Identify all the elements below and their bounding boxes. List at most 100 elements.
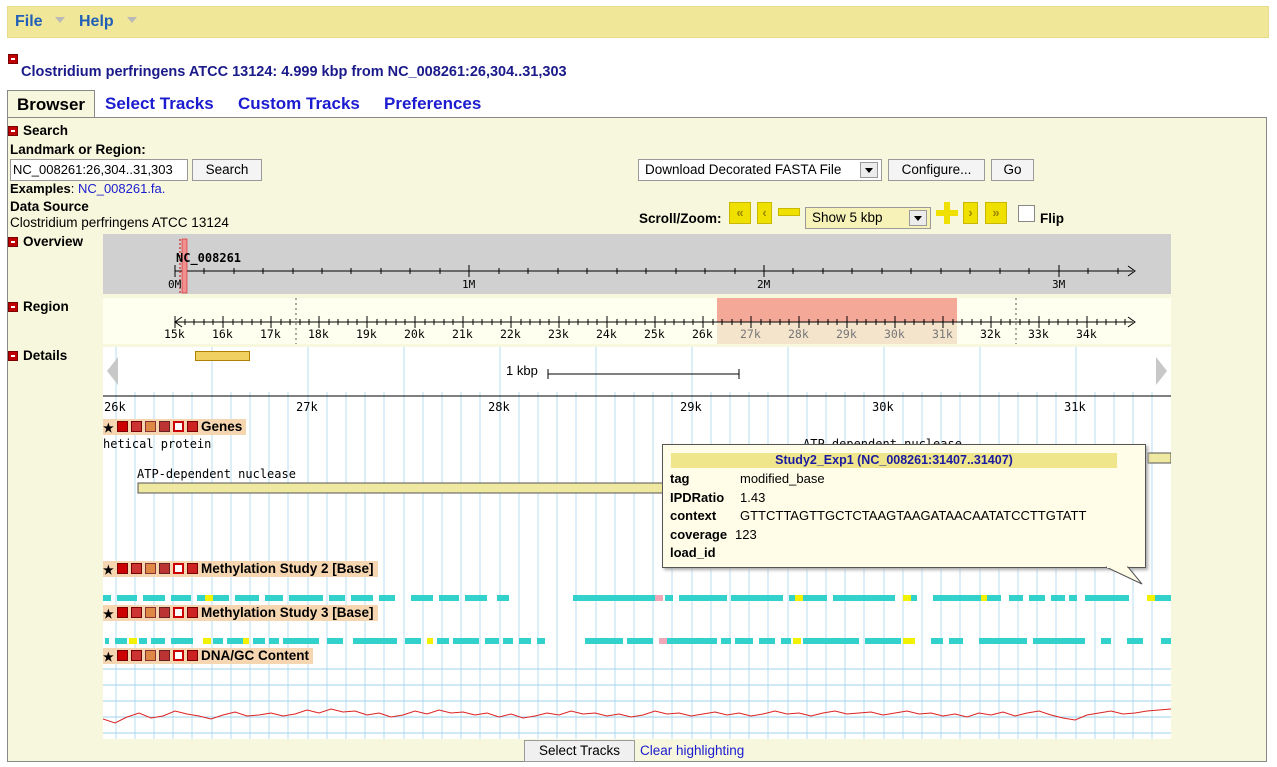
popup-key: context (670, 508, 717, 523)
gene-feature-label: hetical protein (103, 437, 212, 451)
menu-file[interactable]: File (15, 13, 43, 31)
region-tick-label: 34k (1076, 327, 1097, 341)
popup-title: Study2_Exp1 (NC_008261:31407..31407) (671, 453, 1117, 468)
collapse-overview-icon[interactable] (8, 237, 18, 247)
scroll-right-icon[interactable]: › (963, 202, 978, 224)
select-tracks-button[interactable]: Select Tracks (524, 740, 635, 762)
zoom-in-icon[interactable] (936, 202, 958, 224)
region-section-title: Region (23, 299, 69, 314)
close-icon[interactable] (131, 650, 142, 661)
track-label-methylation-study-2: ★ Methylation Study 2 [Base] (103, 561, 378, 577)
details-tick-label: 26k (104, 400, 126, 414)
zoom-select[interactable]: Show 5 kbp (805, 207, 931, 229)
tab-browser[interactable]: Browser (7, 90, 95, 119)
minimize-icon[interactable] (117, 563, 128, 574)
popup-value: 1.43 (740, 490, 766, 505)
save-icon[interactable] (173, 650, 184, 661)
tab-custom-tracks[interactable]: Custom Tracks (238, 94, 360, 114)
help-icon[interactable] (187, 563, 198, 574)
clear-highlighting-link[interactable]: Clear highlighting (640, 743, 744, 758)
minimize-icon[interactable] (117, 421, 128, 432)
search-button[interactable]: Search (192, 159, 262, 181)
star-icon[interactable]: ★ (103, 651, 114, 663)
save-icon[interactable] (173, 607, 184, 618)
gene-feature-label: ATP-dependent nuclease (137, 467, 296, 481)
region-tick-label: 32k (980, 327, 1001, 341)
star-icon[interactable]: ★ (103, 422, 114, 434)
details-section-title: Details (23, 348, 68, 363)
region-panel[interactable]: 15k 16k 17k 18k 19k 20k 21k 22k 23k 24k … (103, 298, 1171, 344)
collapse-region-icon[interactable] (8, 302, 18, 312)
edit-icon[interactable] (159, 650, 170, 661)
search-section-title: Search (23, 123, 69, 138)
track-title[interactable]: DNA/GC Content (201, 648, 309, 663)
chevron-down-icon[interactable] (860, 162, 878, 178)
scroll-left-far-icon[interactable]: « (729, 202, 751, 224)
star-icon[interactable]: ★ (103, 608, 114, 620)
edit-icon[interactable] (159, 421, 170, 432)
popup-value: modified_base (740, 471, 825, 486)
chevron-down-icon[interactable] (909, 210, 927, 226)
collapse-details-icon[interactable] (8, 351, 18, 361)
landmark-label: Landmark or Region: (10, 142, 146, 157)
minimize-icon[interactable] (117, 650, 128, 661)
close-icon[interactable] (131, 563, 142, 574)
download-select[interactable]: Download Decorated FASTA File (638, 159, 882, 181)
flip-checkbox[interactable] (1018, 205, 1035, 222)
close-icon[interactable] (131, 421, 142, 432)
overview-section-title: Overview (23, 234, 84, 249)
scroll-left-icon[interactable]: ‹ (757, 202, 772, 224)
minimize-icon[interactable] (117, 607, 128, 618)
menu-help[interactable]: Help (79, 13, 114, 31)
help-icon[interactable] (187, 607, 198, 618)
popup-key: IPDRatio (670, 490, 725, 505)
viewport-marker[interactable] (195, 351, 250, 361)
scroll-zoom-label: Scroll/Zoom: (639, 211, 722, 226)
scroll-right-far-icon[interactable]: » (985, 202, 1007, 224)
track-label-methylation-study-3: ★ Methylation Study 3 [Base] (103, 605, 378, 621)
landmark-input[interactable]: NC_008261:26,304..31,303 (10, 159, 188, 181)
collapse-search-icon[interactable] (8, 126, 18, 136)
save-icon[interactable] (173, 563, 184, 574)
help-icon[interactable] (187, 421, 198, 432)
methylation-study-3-features[interactable] (103, 638, 1171, 644)
overview-panel[interactable]: NC_008261 0M 1M 2M 3M (103, 234, 1171, 294)
track-label-gc-content: ★ DNA/GC Content (103, 648, 313, 664)
collapse-title-icon[interactable] (8, 54, 18, 64)
close-icon[interactable] (131, 607, 142, 618)
zoom-select-value: Show 5 kbp (812, 210, 883, 225)
go-button[interactable]: Go (991, 159, 1034, 181)
help-icon[interactable] (187, 650, 198, 661)
popup-key: coverage (670, 527, 728, 542)
save-icon[interactable] (173, 421, 184, 432)
overview-tick-label: 2M (757, 278, 771, 291)
share-icon[interactable] (145, 650, 156, 661)
configure-button[interactable]: Configure... (888, 159, 985, 181)
feature-popup[interactable]: Study2_Exp1 (NC_008261:31407..31407) tag… (662, 444, 1146, 568)
edit-icon[interactable] (159, 563, 170, 574)
methylation-study-2-features[interactable] (103, 595, 1171, 601)
flip-label: Flip (1040, 211, 1064, 226)
overview-chrom-label: NC_008261 (176, 251, 242, 265)
file-dropdown-icon[interactable] (55, 17, 65, 23)
region-tick-label: 33k (1028, 327, 1049, 341)
tab-preferences[interactable]: Preferences (384, 94, 481, 114)
region-tick-label: 25k (644, 327, 665, 341)
share-icon[interactable] (145, 421, 156, 432)
scroll-details-right-icon (1156, 357, 1167, 385)
share-icon[interactable] (145, 563, 156, 574)
region-tick-label: 29k (836, 327, 857, 341)
share-icon[interactable] (145, 607, 156, 618)
help-dropdown-icon[interactable] (127, 17, 137, 23)
examples-link[interactable]: NC_008261.fa. (78, 181, 165, 196)
region-tick-label: 27k (740, 327, 761, 341)
tab-select-tracks[interactable]: Select Tracks (105, 94, 214, 114)
details-tick-label: 30k (872, 400, 894, 414)
track-title[interactable]: Methylation Study 3 [Base] (201, 605, 374, 620)
track-title[interactable]: Genes (201, 419, 242, 434)
track-title[interactable]: Methylation Study 2 [Base] (201, 561, 374, 576)
zoom-out-icon[interactable] (778, 208, 800, 216)
details-tick-label: 28k (488, 400, 510, 414)
edit-icon[interactable] (159, 607, 170, 618)
star-icon[interactable]: ★ (103, 564, 114, 576)
